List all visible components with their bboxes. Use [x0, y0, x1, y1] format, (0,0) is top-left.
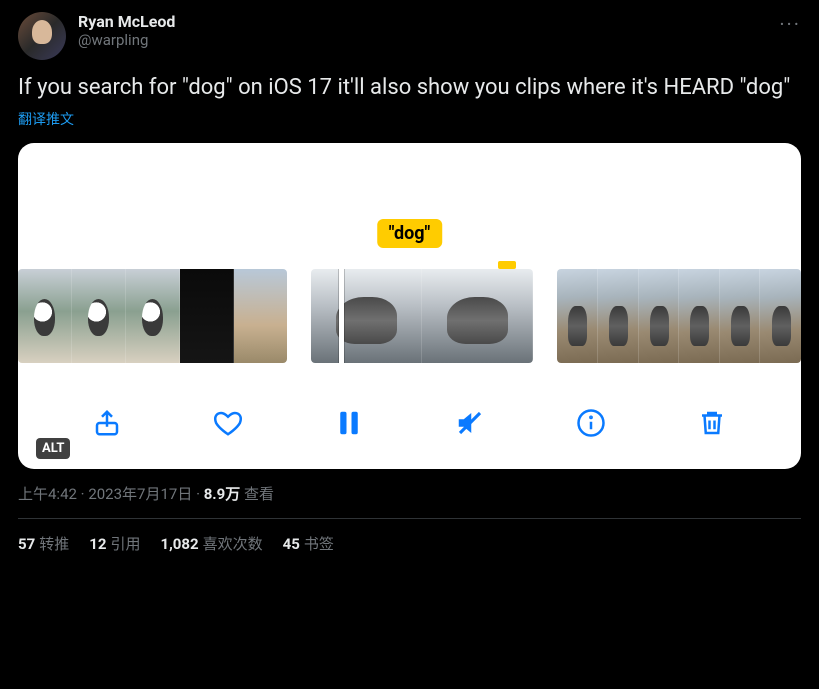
- bookmarks-count: 45: [283, 535, 300, 553]
- clip-thumb[interactable]: [72, 269, 126, 363]
- clip-thumb[interactable]: [679, 269, 720, 363]
- meta-line: 上午4:42 · 2023年7月17日 · 8.9万 查看: [18, 483, 801, 504]
- mute-icon[interactable]: [452, 405, 488, 441]
- retweets-label: 转推: [39, 535, 69, 553]
- tweet-time[interactable]: 上午4:42: [18, 485, 77, 503]
- heart-icon[interactable]: [210, 405, 246, 441]
- user-block: Ryan McLeod @warpling: [78, 12, 175, 49]
- stats-row: 57转推 12引用 1,082 喜欢次数 45书签: [18, 533, 801, 554]
- playhead[interactable]: [339, 269, 344, 363]
- bookmarks-label: 书签: [304, 535, 334, 553]
- clip-thumb[interactable]: [720, 269, 761, 363]
- clip-thumb[interactable]: [422, 269, 533, 363]
- user-handle[interactable]: @warpling: [78, 31, 175, 49]
- display-name[interactable]: Ryan McLeod: [78, 12, 175, 31]
- views-label: 查看: [244, 485, 274, 503]
- media-card[interactable]: "dog": [18, 143, 801, 469]
- clip-thumb[interactable]: [639, 269, 680, 363]
- media-controls: [18, 405, 801, 441]
- clip-thumb[interactable]: [557, 269, 598, 363]
- info-icon[interactable]: [573, 405, 609, 441]
- likes-stat[interactable]: 1,082 喜欢次数: [160, 533, 262, 554]
- quotes-label: 引用: [110, 535, 140, 553]
- quotes-stat[interactable]: 12引用: [89, 533, 140, 554]
- clip-thumb[interactable]: [760, 269, 801, 363]
- alt-badge[interactable]: ALT: [36, 438, 70, 459]
- trash-icon[interactable]: [694, 405, 730, 441]
- likes-count: 1,082: [160, 535, 198, 553]
- clip-group[interactable]: [311, 269, 533, 363]
- divider: [18, 518, 801, 519]
- views-count[interactable]: 8.9万: [204, 485, 241, 503]
- clip-thumb[interactable]: [311, 269, 422, 363]
- video-timeline[interactable]: [18, 269, 801, 363]
- likes-label: 喜欢次数: [203, 535, 263, 553]
- clip-group[interactable]: [18, 269, 287, 363]
- tweet-text: If you search for "dog" on iOS 17 it'll …: [18, 74, 801, 103]
- share-icon[interactable]: [89, 405, 125, 441]
- caption-marker: [498, 261, 516, 269]
- tweet-date[interactable]: 2023年7月17日: [88, 485, 192, 503]
- clip-thumb[interactable]: [598, 269, 639, 363]
- clip-thumb[interactable]: [234, 269, 288, 363]
- tweet-header: Ryan McLeod @warpling ···: [18, 12, 801, 60]
- clip-group[interactable]: [557, 269, 801, 363]
- retweets-stat[interactable]: 57转推: [18, 533, 69, 554]
- clip-thumb[interactable]: [180, 269, 234, 363]
- pause-icon[interactable]: [331, 405, 367, 441]
- translate-link[interactable]: 翻译推文: [18, 109, 801, 129]
- caption-label: "dog": [377, 219, 443, 248]
- clip-thumb[interactable]: [126, 269, 180, 363]
- clip-thumb[interactable]: [18, 269, 72, 363]
- bookmarks-stat[interactable]: 45书签: [283, 533, 334, 554]
- retweets-count: 57: [18, 535, 35, 553]
- quotes-count: 12: [89, 535, 106, 553]
- avatar[interactable]: [18, 12, 66, 60]
- more-icon[interactable]: ···: [779, 12, 801, 36]
